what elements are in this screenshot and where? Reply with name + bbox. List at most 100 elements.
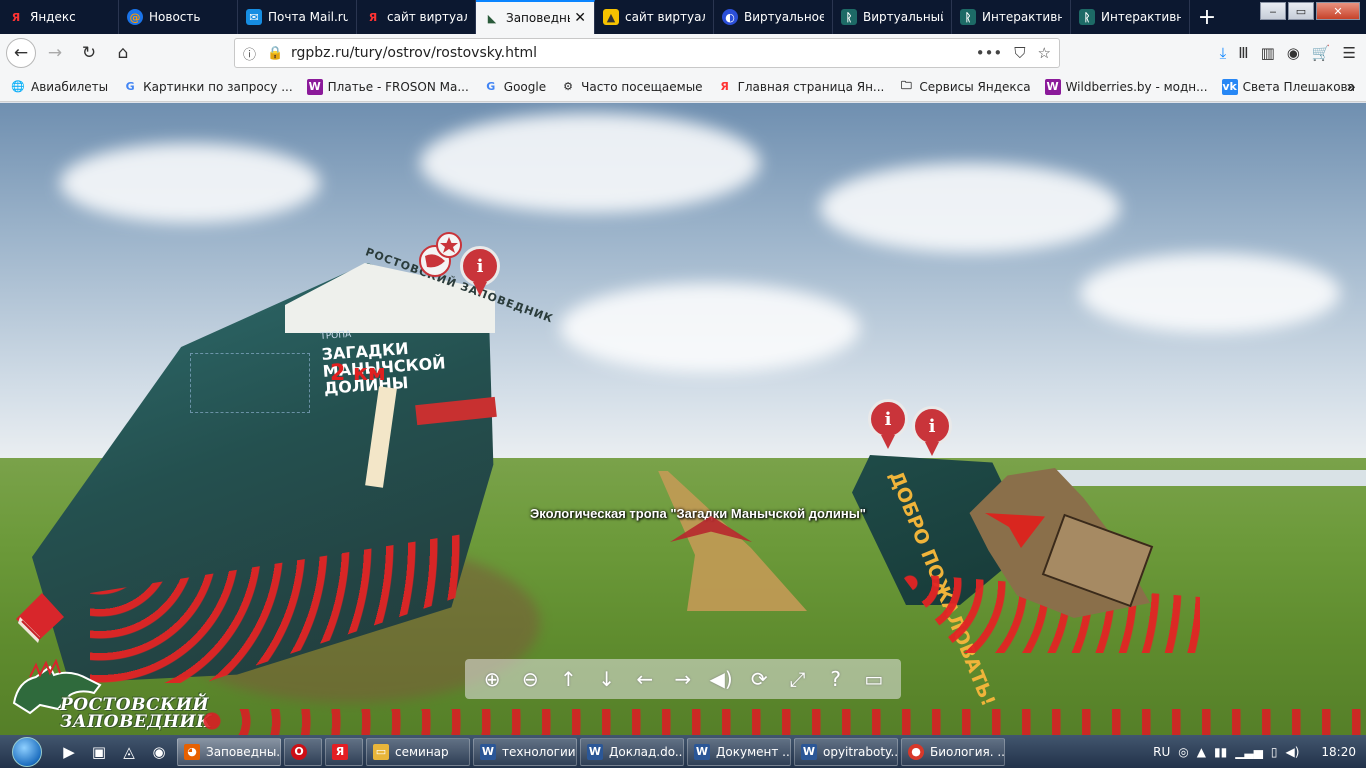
chrome-icon[interactable]: ◉ [144,738,174,766]
cloud [420,113,760,213]
sidebar-icon[interactable]: ▥ [1261,44,1275,62]
fullscreen-icon[interactable]: ⤢ [782,664,812,694]
word-icon: W [480,743,496,760]
desktop-icon[interactable]: ▣ [84,738,114,766]
google-icon: G [486,80,496,93]
account-icon[interactable]: ◉ [1287,44,1300,62]
volume-icon[interactable]: ◀) [1285,745,1299,759]
tulip-border [200,709,1366,735]
help-icon[interactable]: ? [821,664,851,694]
tab-site-virtual-2[interactable]: ▲сайт виртуаль [595,0,714,34]
info-hotspot-pin[interactable]: i [460,246,500,298]
taskbar-item[interactable]: Wтехнологии... [473,737,577,766]
bookmark-item[interactable]: ⚙ Часто посещаемые [560,79,702,95]
taskbar-item[interactable]: ● Биология. ... [901,737,1005,766]
taskbar-item[interactable]: O [284,737,322,766]
tab-novost[interactable]: @ Новость [119,0,238,34]
bookmark-item[interactable]: G Картинки по запросу ... [122,79,293,95]
tab-interaktiv-2[interactable]: ᚱИнтерактивна [1071,0,1190,34]
taskbar-item[interactable]: Wopyitraboty... [794,737,898,766]
new-tab-button[interactable]: + [1190,0,1224,34]
board-map [190,353,310,413]
yandex-icon: Я [720,80,729,93]
arrow-right-icon[interactable]: → [668,664,698,694]
hide-controls-icon[interactable]: ▭ [859,664,889,694]
cart-icon[interactable]: 🛒 [1312,44,1331,62]
language-indicator[interactable]: RU [1153,745,1170,759]
tab-virtualnoe[interactable]: ◐ Виртуальное [714,0,833,34]
taskbar-item[interactable]: W Доклад.do... [580,737,684,766]
library-icon[interactable]: Ⅲ [1238,44,1248,62]
info-icon[interactable]: ⓘ [243,44,261,63]
pocket-icon[interactable]: ⛉ [1014,44,1025,62]
book-icon[interactable] [12,587,68,643]
autorotate-icon[interactable]: ⟳ [744,664,774,694]
bookmark-item[interactable]: W Wildberries.by - модн... [1044,78,1208,95]
tilda-icon: ᚱ [960,9,976,25]
avast-icon[interactable]: ◬ [114,738,144,766]
gear-icon: ⚙ [563,80,574,93]
page-actions-icon[interactable]: ••• [976,44,1003,62]
bookmark-item[interactable]: G Google [483,79,546,95]
clock[interactable]: 18:20 [1321,745,1356,759]
bookmark-item[interactable]: 🌐 Авиабилеты [10,79,108,95]
window-controls: ‒ ▭ ✕ [1260,2,1360,20]
bookmark-item[interactable]: 🗀 Сервисы Яндекса [898,79,1031,95]
pin-tail [473,282,487,296]
maximize-button[interactable]: ▭ [1288,2,1314,20]
tab-virtualny[interactable]: ᚱ Виртуальный [833,0,952,34]
opera-icon: O [291,743,307,760]
back-button[interactable]: ← [6,38,36,68]
tab-zapovedny[interactable]: ◣ Заповедны ✕ [476,0,595,34]
arrow-down-icon[interactable]: ↓ [592,664,622,694]
minimize-button[interactable]: ‒ [1260,2,1286,20]
bookmark-star-icon[interactable]: ☆ [1038,44,1051,62]
menu-icon[interactable]: ☰ [1343,44,1356,62]
panorama-viewer[interactable]: РОСТОВСКИЙ ЗАПОВЕДНИК ТРОПА ЗАГАДКИ МАНЫ… [0,103,1366,735]
zoom-out-icon[interactable]: ⊖ [515,664,545,694]
url-input[interactable] [291,45,976,61]
tab-yandex[interactable]: Я Яндекс [0,0,119,34]
tab-mail[interactable]: ✉ Почта Mail.ru [238,0,357,34]
address-bar[interactable]: ⓘ 🔒 ••• ⛉ ☆ [234,38,1060,68]
arrow-up-icon[interactable]: ↑ [553,664,583,694]
bookmark-item[interactable]: vk Света Плешакова [1221,78,1355,95]
battery-icon[interactable]: ▯ [1271,745,1278,759]
tray-app-icon[interactable]: ◎ [1178,745,1188,759]
tray-network-icon[interactable]: ▮▮ [1214,745,1227,759]
start-button[interactable] [0,735,54,768]
globe-star-hotspot-icon[interactable] [415,231,465,281]
info-hotspot-pin[interactable]: i [912,406,952,458]
google-icon: G [125,80,135,93]
tomato-icon: ● [908,743,924,760]
taskbar-item[interactable]: ▭ семинар [366,737,470,766]
info-hotspot-pin[interactable]: i [868,399,908,451]
media-player-icon[interactable]: ▶ [54,738,84,766]
toolbar-right: ⤓ Ⅲ ▥ ◉ 🛒 ☰ [1220,38,1356,68]
more-bookmarks-icon[interactable]: » [1346,77,1356,96]
tray-arrow-icon[interactable]: ▲ [1197,745,1206,759]
word-icon: W [694,743,710,760]
close-window-button[interactable]: ✕ [1316,2,1360,20]
taskbar-item[interactable]: W Документ ... [687,737,791,766]
close-tab-icon[interactable]: ✕ [574,10,586,26]
reload-button[interactable]: ↻ [74,38,104,68]
trail-hotspot-label[interactable]: Экологическая тропа "Загадки Манычской д… [530,506,866,521]
arrow-left-icon[interactable]: ← [630,664,660,694]
insecure-lock-icon[interactable]: 🔒 [267,46,285,61]
bookmark-item[interactable]: Я Главная страница Ян... [717,79,884,95]
taskbar-item[interactable]: ◕ Заповедны... [177,737,281,766]
forward-button[interactable]: → [40,38,70,68]
mail-at-icon: @ [127,9,143,25]
bookmark-item[interactable]: W Платье - FROSON Ма... [306,78,469,95]
taskbar-item[interactable]: Я [325,737,363,766]
zoom-in-icon[interactable]: ⊕ [477,664,507,694]
folder-icon: ▭ [373,743,389,760]
folder-icon: 🗀 [900,79,912,92]
tab-interaktiv-1[interactable]: ᚱИнтерактивна [952,0,1071,34]
download-icon[interactable]: ⤓ [1220,44,1227,62]
tab-site-virtual-1[interactable]: Ясайт виртуаль [357,0,476,34]
home-button[interactable]: ⌂ [108,38,138,68]
signal-icon[interactable]: ▁▃▅ [1235,745,1263,759]
sound-icon[interactable]: ◀) [706,664,736,694]
